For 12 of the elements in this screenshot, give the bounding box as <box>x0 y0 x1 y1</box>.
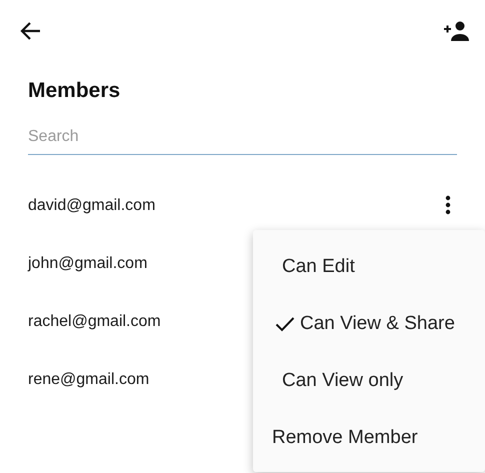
member-email: john@gmail.com <box>28 255 148 273</box>
menu-item[interactable]: Can Edit <box>253 238 485 295</box>
menu-item[interactable]: Can View only <box>253 352 485 409</box>
search-field[interactable]: Search <box>28 124 457 155</box>
page-title: Members <box>27 79 122 103</box>
add-person-icon[interactable] <box>443 21 471 41</box>
menu-item[interactable]: Remove Member <box>253 409 485 466</box>
member-email: rachel@gmail.com <box>28 313 161 331</box>
member-email: david@gmail.com <box>28 197 156 215</box>
member-email: rene@gmail.com <box>28 371 150 389</box>
menu-item[interactable]: Can View & Share <box>253 295 485 352</box>
back-arrow-icon[interactable] <box>20 21 42 41</box>
